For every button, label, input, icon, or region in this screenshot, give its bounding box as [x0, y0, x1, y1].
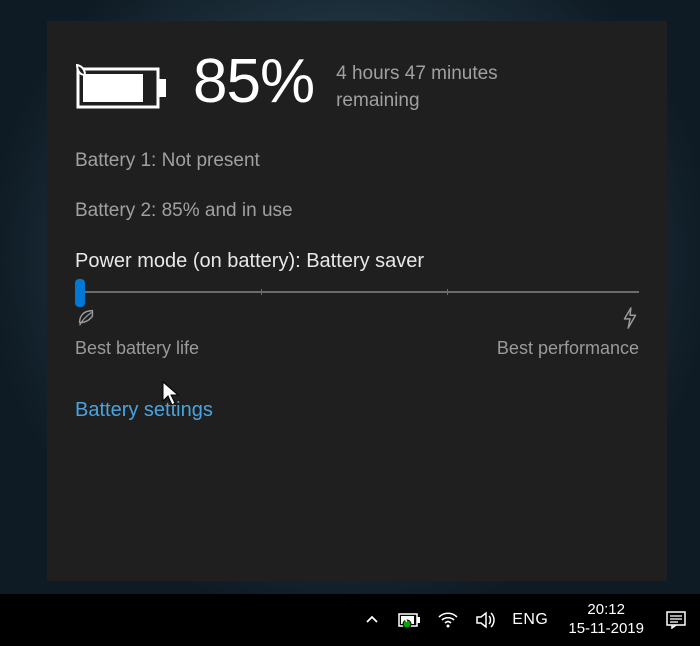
tray-time: 20:12: [568, 601, 644, 620]
tray-action-center-icon[interactable]: [664, 608, 688, 632]
tray-language[interactable]: ENG: [512, 611, 548, 629]
slider-label-left: Best battery life: [75, 338, 199, 359]
battery-percent: 85%: [193, 51, 314, 113]
slider-labels: Best battery life Best performance: [75, 307, 639, 359]
slider-end-left: Best battery life: [75, 307, 199, 359]
tray-wifi-icon[interactable]: [436, 608, 460, 632]
power-mode-slider[interactable]: [75, 291, 639, 293]
battery-1-status: Battery 1: Not present: [75, 150, 639, 172]
tray-date: 15-11-2019: [568, 620, 644, 639]
tray-volume-icon[interactable]: [474, 608, 498, 632]
battery-header: 85% 4 hours 47 minutes remaining: [75, 51, 639, 118]
time-remaining: 4 hours 47 minutes remaining: [336, 51, 536, 114]
slider-end-right: Best performance: [497, 307, 639, 359]
slider-track: [75, 291, 639, 293]
slider-thumb[interactable]: [75, 279, 85, 307]
tray-clock[interactable]: 20:12 15-11-2019: [562, 601, 650, 639]
taskbar: ENG 20:12 15-11-2019: [0, 594, 700, 646]
leaf-icon: [75, 307, 199, 334]
battery-icon: [75, 51, 171, 118]
tray-battery-icon[interactable]: [398, 608, 422, 632]
battery-2-status: Battery 2: 85% and in use: [75, 200, 639, 222]
lightning-icon: [621, 307, 639, 334]
battery-settings-link[interactable]: Battery settings: [75, 399, 213, 422]
tray-overflow-chevron[interactable]: [360, 608, 384, 632]
power-mode-label: Power mode (on battery): Battery saver: [75, 250, 639, 273]
battery-flyout: 85% 4 hours 47 minutes remaining Battery…: [47, 21, 667, 581]
slider-label-right: Best performance: [497, 338, 639, 359]
